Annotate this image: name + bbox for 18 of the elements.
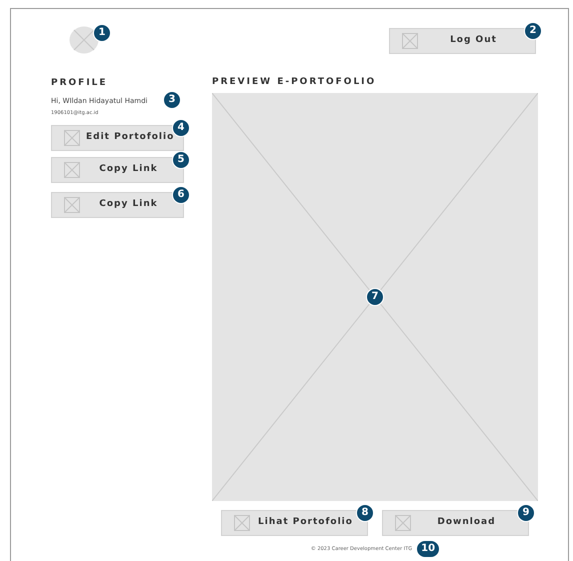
avatar-placeholder bbox=[69, 26, 99, 54]
number-badge: 3 bbox=[163, 90, 181, 108]
image-placeholder-icon bbox=[402, 33, 418, 49]
number-badge: 8 bbox=[356, 504, 374, 522]
number-badge: 5 bbox=[172, 150, 190, 168]
section-title: PREVIEW E-PORTOFOLIO bbox=[212, 76, 378, 89]
number-badge: 10 bbox=[416, 540, 440, 558]
number-badge: 6 bbox=[172, 186, 190, 204]
number-badge: 1 bbox=[93, 24, 111, 42]
number-badge: 2 bbox=[524, 22, 542, 40]
image-placeholder-icon bbox=[64, 196, 80, 212]
section-title: PROFILE bbox=[51, 77, 109, 90]
image-placeholder-icon bbox=[395, 514, 411, 530]
number-badge: 9 bbox=[517, 504, 535, 522]
image-placeholder-icon bbox=[64, 162, 80, 178]
number-badge: 4 bbox=[172, 118, 190, 136]
image-placeholder-icon bbox=[64, 130, 80, 146]
image-placeholder-icon bbox=[234, 514, 250, 530]
